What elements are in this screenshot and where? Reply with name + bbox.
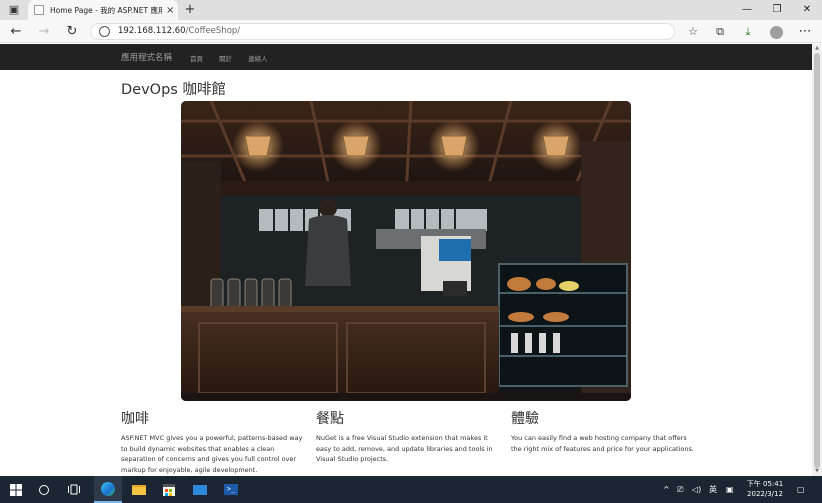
file-explorer-icon[interactable] [127,476,151,503]
column-title: 餐點 [316,411,344,427]
site-navbar: 應用程式名稱 首頁 關於 連絡人 [0,44,812,70]
column-experience: 體驗 You can easily find a web hosting com… [511,410,696,454]
task-view-icon[interactable] [64,476,84,503]
nav-link-contact[interactable]: 連絡人 [248,53,268,63]
search-icon[interactable] [34,476,54,503]
profile-avatar[interactable] [766,22,786,42]
column-text: You can easily find a web hosting compan… [511,434,694,453]
browser-tab[interactable]: Home Page - 我的 ASP.NET 應用 × [28,0,178,20]
taskbar-clock[interactable]: 下午 05:41 2022/3/12 [745,479,785,499]
volume-icon[interactable]: ◁) [692,476,701,503]
windows-taskbar: >_ ^ ⎚ ◁) 英 ▣ 下午 05:41 2022/3/12 ▢ [0,476,822,503]
scrollbar-thumb[interactable] [814,53,820,468]
coffee-shop-photo [181,101,631,401]
mail-icon[interactable] [188,476,212,503]
tab-actions-icon[interactable]: ▣ [4,0,24,20]
tab-title: Home Page - 我的 ASP.NET 應用 [50,5,162,15]
edge-taskbar-icon[interactable] [94,476,122,503]
refresh-icon[interactable]: ↻ [62,22,82,42]
globe-icon [99,26,110,37]
navbar-brand[interactable]: 應用程式名稱 [121,51,172,63]
notifications-icon[interactable]: ▢ [797,476,805,503]
scroll-up-icon[interactable]: ▲ [814,45,820,51]
url-host: 192.168.112.60 [118,26,186,36]
scroll-down-icon[interactable]: ▼ [814,468,820,474]
forward-icon[interactable]: → [34,22,54,42]
url-path: /CoffeeShop/ [185,26,241,36]
page-favicon-icon [34,5,44,15]
nav-link-home[interactable]: 首頁 [190,53,203,63]
column-text: NuGet is a free Visual Studio extension … [316,434,493,463]
minimize-icon[interactable]: — [732,0,762,20]
back-icon[interactable]: ← [6,22,26,42]
page-title: DevOps 咖啡館 [121,82,226,98]
show-hidden-icons-chevron-icon[interactable]: ^ [663,476,670,503]
clock-date: 2022/3/12 [747,490,783,498]
tab-close-icon[interactable]: × [166,5,174,16]
close-window-icon[interactable]: ✕ [792,0,822,20]
start-button[interactable] [6,476,26,503]
network-icon[interactable]: ⎚ [677,476,683,503]
collections-icon[interactable]: ⧉ [710,22,730,42]
column-title: 咖啡 [121,411,149,427]
address-bar[interactable]: 192.168.112.60/CoffeeShop/ [90,23,675,40]
column-meals: 餐點 NuGet is a free Visual Studio extensi… [316,410,501,465]
downloads-icon[interactable]: ⤓ [738,22,758,42]
page-scrollbar[interactable]: ▲ ▼ [812,44,822,476]
column-text: ASP.NET MVC gives you a powerful, patter… [121,434,303,474]
clock-time: 下午 05:41 [746,480,784,488]
nav-link-about[interactable]: 關於 [219,53,232,63]
column-coffee: 咖啡 ASP.NET MVC gives you a powerful, pat… [121,410,306,475]
browser-tab-strip: ▣ Home Page - 我的 ASP.NET 應用 × + — ❐ ✕ [0,0,822,20]
new-tab-button[interactable]: + [180,0,200,20]
browser-toolbar: ← → ↻ 192.168.112.60/CoffeeShop/ ☆ ⧉ ⤓ ⋯ [0,20,822,43]
column-title: 體驗 [511,411,539,427]
favorites-icon[interactable]: ☆ [683,22,703,42]
store-icon[interactable] [157,476,181,503]
more-options-icon[interactable]: ⋯ [795,22,815,42]
powershell-icon[interactable]: >_ [219,476,243,503]
ime-indicator[interactable]: 英 [709,476,717,503]
address-url[interactable]: 192.168.112.60/CoffeeShop/ [118,26,240,36]
maximize-icon[interactable]: ❐ [762,0,792,20]
ime-mode-icon[interactable]: ▣ [726,476,734,503]
